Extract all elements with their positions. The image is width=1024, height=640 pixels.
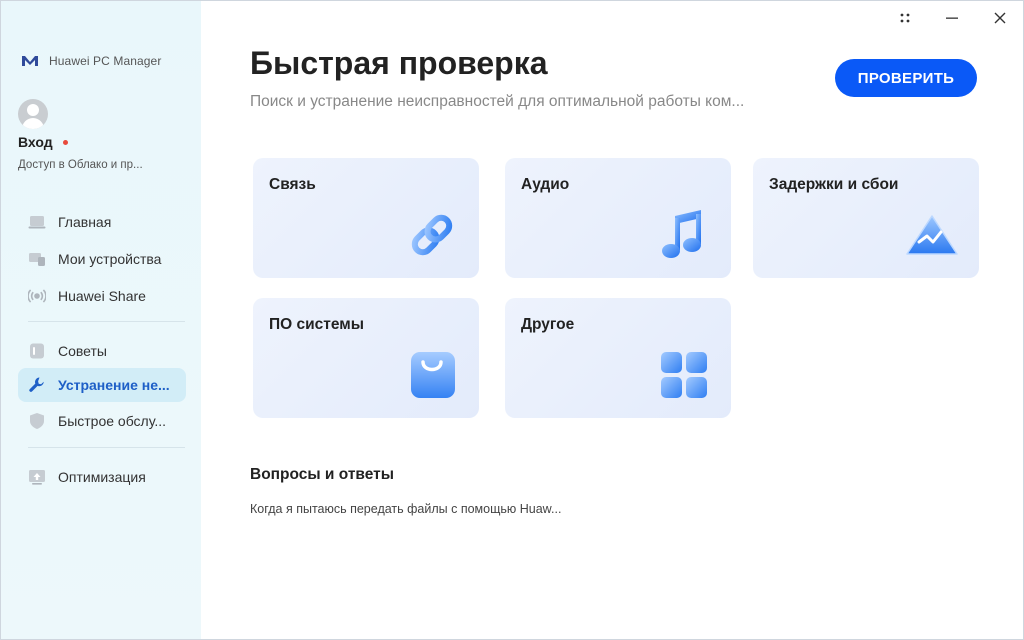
- login-link[interactable]: Вход: [18, 134, 68, 150]
- faq-title: Вопросы и ответы: [250, 466, 394, 483]
- link-icon: [403, 206, 461, 264]
- sidebar-item-devices[interactable]: Мои устройства: [18, 242, 186, 276]
- sidebar-item-home[interactable]: Главная: [18, 205, 186, 239]
- page-subtitle: Поиск и устранение неисправностей для оп…: [250, 93, 745, 110]
- sidebar-item-label: Мои устройства: [58, 251, 162, 267]
- sidebar-divider: [28, 321, 185, 322]
- sidebar-item-optimization[interactable]: Оптимизация: [18, 460, 186, 494]
- card-title: Задержки и сбои: [769, 176, 899, 193]
- sidebar: Huawei PC Manager Вход Доступ в Облако и…: [1, 1, 201, 639]
- card-other[interactable]: Другое: [505, 298, 731, 418]
- shield-icon: [28, 412, 46, 430]
- sidebar-item-label: Быстрое обслу...: [58, 413, 166, 429]
- brand: Huawei PC Manager: [21, 53, 161, 69]
- music-note-icon: [655, 206, 713, 264]
- mountain-icon: [903, 206, 961, 264]
- share-icon: [27, 287, 47, 305]
- card-title: ПО системы: [269, 316, 364, 333]
- card-title: Другое: [521, 316, 575, 333]
- card-system-software[interactable]: ПО системы: [253, 298, 479, 418]
- check-button[interactable]: ПРОВЕРИТЬ: [835, 59, 977, 97]
- sidebar-item-huawei-share[interactable]: Huawei Share: [18, 279, 186, 313]
- minimize-icon[interactable]: [942, 9, 962, 27]
- sidebar-divider: [28, 447, 185, 448]
- close-icon[interactable]: [990, 9, 1010, 27]
- card-connection[interactable]: Связь: [253, 158, 479, 278]
- sidebar-item-label: Оптимизация: [58, 469, 146, 485]
- sidebar-item-label: Советы: [58, 343, 107, 359]
- app-window: Huawei PC Manager Вход Доступ в Облако и…: [0, 0, 1024, 640]
- avatar[interactable]: [18, 99, 48, 129]
- card-title: Аудио: [521, 176, 570, 193]
- page-title: Быстрая проверка: [250, 45, 548, 81]
- huawei-logo-icon: [21, 53, 39, 69]
- apps-grid-icon: [655, 346, 713, 404]
- optimize-icon: [28, 468, 46, 486]
- devices-icon: [28, 250, 46, 268]
- login-subtitle: Доступ в Облако и пр...: [18, 159, 143, 171]
- sidebar-item-quick-service[interactable]: Быстрое обслу...: [18, 404, 186, 438]
- faq-link[interactable]: Когда я пытаюсь передать файлы с помощью…: [250, 502, 561, 516]
- tips-icon: [28, 342, 46, 360]
- laptop-icon: [28, 213, 46, 231]
- notification-dot: [62, 139, 68, 145]
- wrench-icon: [28, 376, 46, 394]
- card-audio[interactable]: Аудио: [505, 158, 731, 278]
- card-lag[interactable]: Задержки и сбои: [753, 158, 979, 278]
- card-title: Связь: [269, 176, 316, 193]
- drag-handle-icon[interactable]: [895, 9, 915, 27]
- sidebar-item-troubleshooting[interactable]: Устранение не...: [18, 368, 186, 402]
- sidebar-item-tips[interactable]: Советы: [18, 334, 186, 368]
- app-name: Huawei PC Manager: [49, 54, 162, 68]
- sidebar-item-label: Главная: [58, 214, 112, 230]
- login-label: Вход: [18, 134, 53, 150]
- shopping-bag-icon: [403, 346, 461, 404]
- sidebar-item-label: Устранение не...: [58, 377, 170, 393]
- sidebar-item-label: Huawei Share: [58, 288, 146, 304]
